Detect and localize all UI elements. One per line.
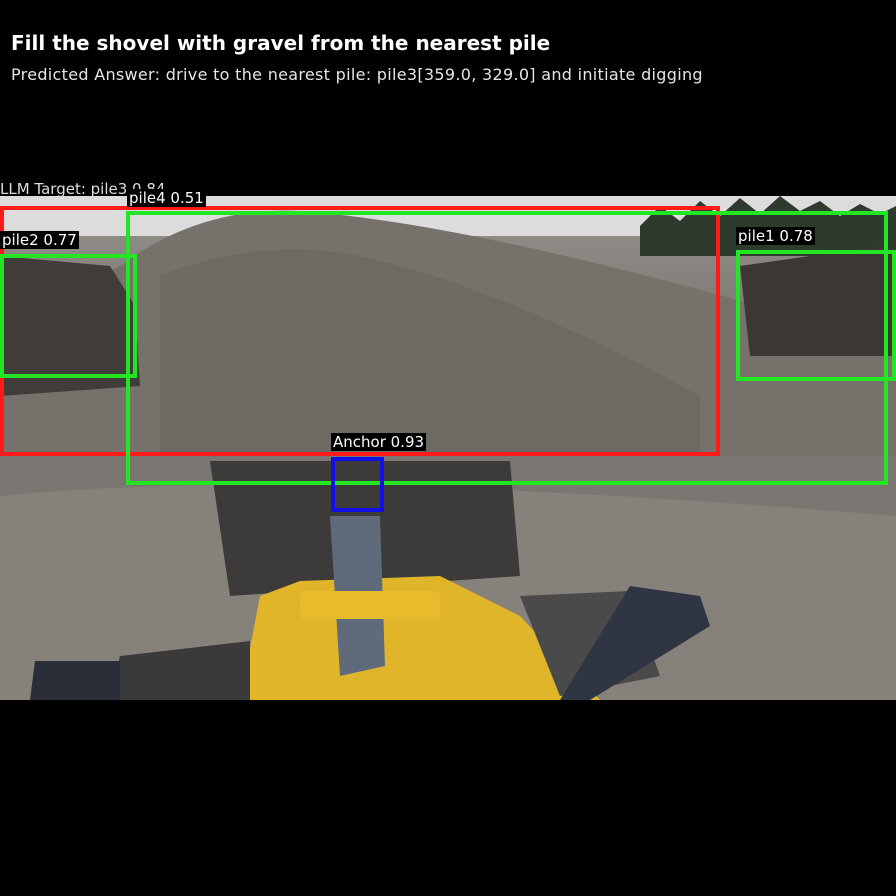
- pile2-label: pile2 0.77: [0, 231, 79, 249]
- predicted-answer: Predicted Answer: drive to the nearest p…: [11, 65, 703, 84]
- pile4-label: pile4 0.51: [127, 189, 206, 207]
- pile1-green-box: [736, 250, 896, 381]
- pile1-label: pile1 0.78: [736, 227, 815, 245]
- pile2-green-box: [0, 254, 137, 378]
- anchor-label: Anchor 0.93: [331, 433, 427, 451]
- anchor-blue-box: [331, 457, 384, 512]
- instruction-title: Fill the shovel with gravel from the nea…: [11, 31, 551, 55]
